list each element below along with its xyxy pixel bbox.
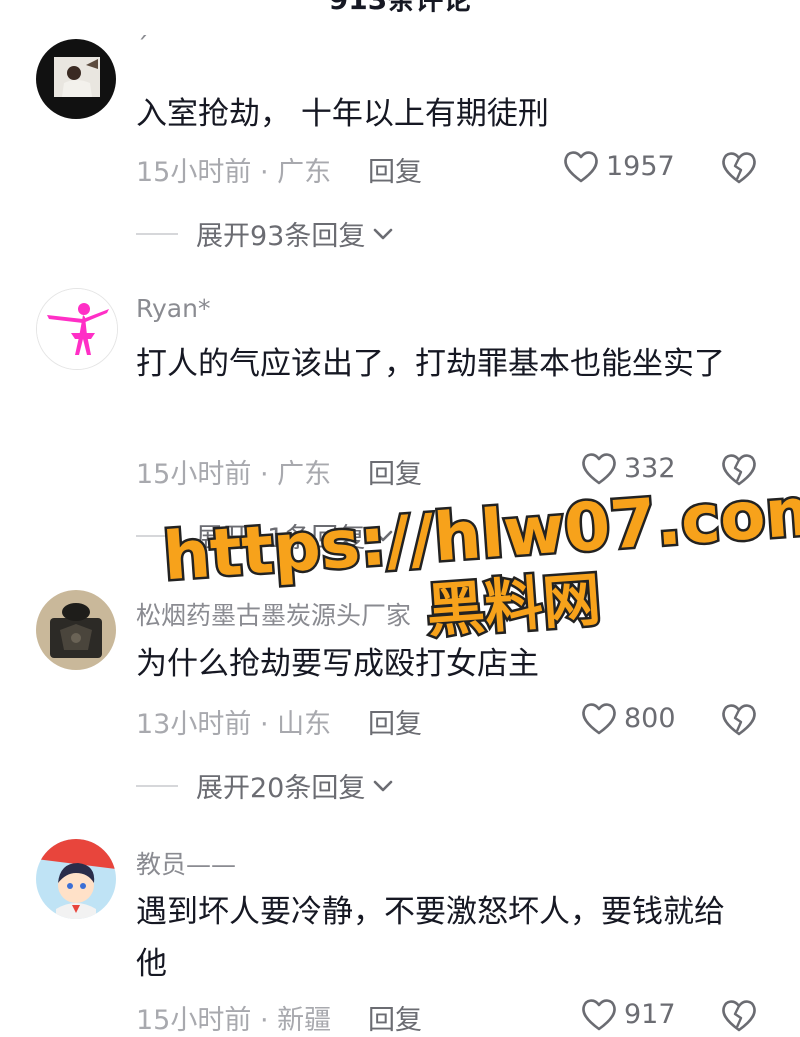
watermark-site-name: 黑料网	[425, 565, 603, 645]
like-count: 800	[624, 702, 676, 734]
reply-button[interactable]: 回复	[368, 452, 422, 491]
comment-username[interactable]: 松烟药墨古墨炭源头厂家	[136, 596, 411, 632]
comment-time-location: 15小时前 · 广东	[136, 459, 332, 490]
like-button[interactable]: 1957	[562, 148, 675, 184]
reply-button[interactable]: 回复	[368, 150, 422, 189]
like-button[interactable]: 332	[580, 450, 676, 486]
expand-replies-label: 展开20条回复	[196, 773, 366, 804]
comment-text: 入室抢劫， 十年以上有期徒刑	[136, 96, 549, 132]
comment-time-location: 15小时前 · 新疆	[136, 1005, 332, 1036]
heart-outline-icon	[564, 151, 598, 183]
like-button[interactable]: 917	[580, 996, 676, 1032]
chevron-down-icon	[374, 530, 393, 541]
comment-text: 遇到坏人要冷静，不要激怒坏人，要钱就给他	[136, 894, 725, 982]
like-count: 917	[624, 998, 676, 1030]
broken-heart-icon[interactable]	[720, 149, 758, 185]
avatar[interactable]	[36, 39, 116, 119]
avatar[interactable]	[36, 839, 116, 919]
chevron-down-icon	[374, 780, 393, 791]
expand-replies-label: 展开11条回复	[196, 523, 366, 554]
divider-line	[136, 232, 178, 235]
divider-line	[136, 784, 178, 787]
reply-button[interactable]: 回复	[368, 702, 422, 741]
expand-replies[interactable]: 展开93条回复	[136, 214, 395, 253]
comments-count-title: 913条评论	[0, 0, 800, 18]
avatar[interactable]	[36, 590, 116, 670]
heart-outline-icon	[582, 999, 616, 1031]
avatar[interactable]	[36, 288, 118, 370]
comment-username[interactable]: Ryan*	[136, 294, 210, 323]
broken-heart-icon[interactable]	[720, 451, 758, 487]
chevron-down-icon	[374, 228, 393, 239]
comment-time-location: 15小时前 · 广东	[136, 157, 332, 188]
heart-outline-icon	[582, 703, 616, 735]
comment-time-location: 13小时前 · 山东	[136, 709, 332, 740]
like-count: 332	[624, 452, 676, 484]
broken-heart-icon[interactable]	[720, 997, 758, 1033]
expand-replies-label: 展开93条回复	[196, 221, 366, 252]
comment-text: 打人的气应该出了，打劫罪基本也能坐实了	[136, 346, 725, 382]
comment-text: 为什么抢劫要写成殴打女店主	[136, 646, 539, 682]
heart-outline-icon	[582, 453, 616, 485]
broken-heart-icon[interactable]	[720, 701, 758, 737]
reply-button[interactable]: 回复	[368, 998, 422, 1037]
expand-replies[interactable]: 展开11条回复	[136, 516, 395, 555]
comment-username[interactable]: 教员——	[136, 845, 236, 881]
expand-replies[interactable]: 展开20条回复	[136, 766, 395, 805]
comment-username[interactable]: ˊ	[136, 32, 149, 61]
like-count: 1957	[606, 150, 675, 182]
divider-line	[136, 534, 178, 537]
like-button[interactable]: 800	[580, 700, 676, 736]
